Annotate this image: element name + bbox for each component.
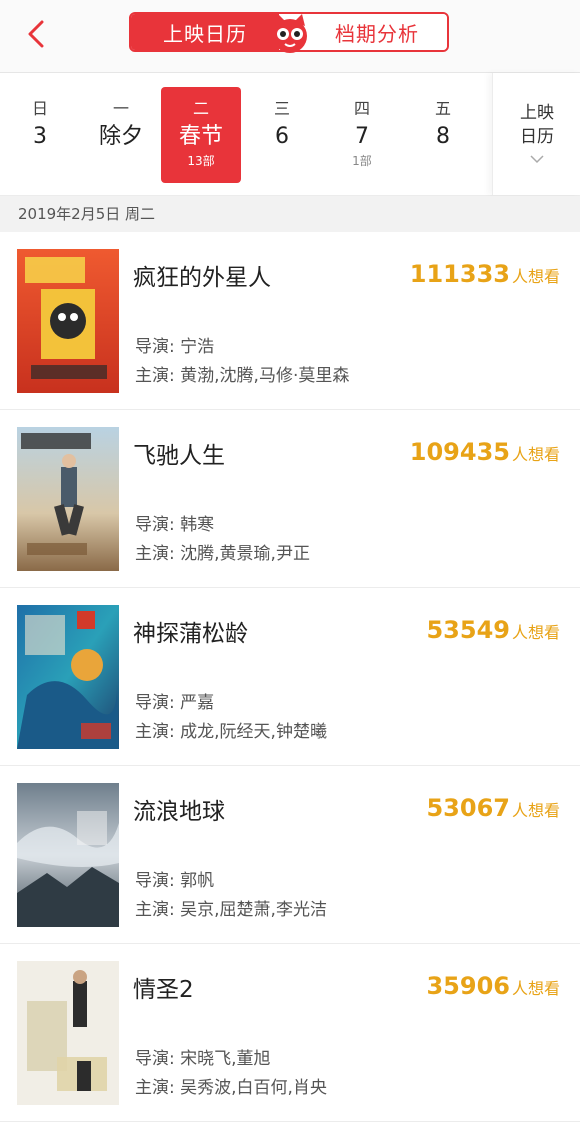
want-to-see-count: 35906 人想看 (426, 972, 560, 1000)
movie-title[interactable]: 流浪地球 (133, 792, 225, 826)
movie-poster[interactable] (17, 605, 119, 749)
cast-names: 沈腾,黄景瑜,尹正 (180, 544, 310, 564)
release-calendar-button[interactable]: 上映 日历 (492, 73, 580, 195)
director-line: 导演: 郭帆 (135, 866, 214, 891)
want-unit: 人想看 (511, 445, 560, 464)
chevron-left-icon (28, 20, 44, 48)
cast-names: 成龙,阮经天,钟楚曦 (180, 722, 327, 742)
day-weekday: 四 (353, 99, 370, 118)
tab-release-calendar[interactable]: 上映日历 (131, 14, 279, 50)
director-label: 导演: (135, 515, 181, 535)
director-names: 郭帆 (180, 871, 215, 891)
movie-row[interactable]: 流浪地球 53067 人想看 导演: 郭帆 主演: 吴京,屈楚萧,李光洁 (0, 766, 580, 944)
day-date: 3 (33, 124, 47, 149)
want-number: 109435 (409, 438, 510, 466)
movie-title[interactable]: 疯狂的外星人 (133, 258, 271, 292)
day-film-count: 13部 (187, 154, 215, 168)
director-names: 宋晓飞,董旭 (180, 1049, 271, 1069)
want-number: 53067 (426, 794, 510, 822)
want-number: 53549 (426, 616, 510, 644)
cast-label: 主演: (135, 366, 181, 386)
cast-label: 主演: (135, 1078, 181, 1098)
day-date: 除夕 (98, 124, 143, 149)
director-names: 宁浩 (180, 337, 215, 357)
day-tab-wed[interactable]: 三 6 (242, 87, 322, 183)
day-film-count (242, 153, 322, 169)
day-tab-fri[interactable]: 五 8 (403, 87, 483, 183)
want-to-see-count: 53067 人想看 (426, 794, 560, 822)
movie-row[interactable]: 情圣2 35906 人想看 导演: 宋晓飞,董旭 主演: 吴秀波,白百何,肖央 (0, 944, 580, 1122)
movie-row[interactable]: 神探蒲松龄 53549 人想看 导演: 严嘉 主演: 成龙,阮经天,钟楚曦 (0, 588, 580, 766)
day-weekday: 三 (273, 99, 290, 118)
day-date: 7 (355, 124, 369, 149)
day-tab-tue-selected[interactable]: 二 春节 13部 (161, 87, 241, 183)
want-to-see-count: 53549 人想看 (426, 616, 560, 644)
want-unit: 人想看 (511, 623, 560, 642)
director-label: 导演: (135, 693, 181, 713)
cat-logo-icon (273, 14, 307, 53)
want-to-see-count: 111333 人想看 (410, 260, 560, 288)
day-weekday: 日 (31, 99, 48, 118)
cast-line: 主演: 沈腾,黄景瑜,尹正 (135, 539, 310, 564)
director-names: 韩寒 (180, 515, 215, 535)
day-date: 8 (436, 124, 450, 149)
movie-list: 疯狂的外星人 111333 人想看 导演: 宁浩 主演: 黄渤,沈腾,马修·莫里森… (0, 232, 580, 1122)
day-tab-thu[interactable]: 四 7 1部 (322, 87, 402, 183)
day-tab-mon[interactable]: 一 除夕 (81, 87, 161, 183)
cast-line: 主演: 黄渤,沈腾,马修·莫里森 (135, 361, 349, 386)
want-to-see-count: 109435 人想看 (410, 438, 560, 466)
cast-names: 黄渤,沈腾,马修·莫里森 (180, 366, 350, 386)
day-tab-sun[interactable]: 日 3 (0, 87, 80, 183)
movie-poster[interactable] (17, 961, 119, 1105)
cast-names: 吴秀波,白百何,肖央 (180, 1078, 327, 1098)
day-film-count: 1部 (352, 154, 372, 168)
want-number: 111333 (409, 260, 510, 288)
movie-poster[interactable] (17, 783, 119, 927)
top-nav-bar: 上映日历 档期分析 (0, 0, 580, 73)
movie-title[interactable]: 情圣2 (133, 970, 194, 1004)
want-unit: 人想看 (511, 267, 560, 286)
movie-title[interactable]: 神探蒲松龄 (133, 614, 248, 648)
movie-poster[interactable] (17, 249, 119, 393)
day-date: 6 (275, 124, 289, 149)
director-line: 导演: 韩寒 (135, 510, 214, 535)
director-label: 导演: (135, 337, 181, 357)
day-weekday: 二 (192, 99, 209, 118)
movie-title[interactable]: 飞驰人生 (133, 436, 225, 470)
day-weekday: 一 (112, 99, 129, 118)
day-weekday: 五 (434, 99, 451, 118)
day-date: 春节 (178, 124, 223, 149)
cast-line: 主演: 吴京,屈楚萧,李光洁 (135, 895, 327, 920)
back-button[interactable] (18, 14, 54, 54)
cast-label: 主演: (135, 900, 181, 920)
cast-line: 主演: 成龙,阮经天,钟楚曦 (135, 717, 327, 742)
movie-row[interactable]: 疯狂的外星人 111333 人想看 导演: 宁浩 主演: 黄渤,沈腾,马修·莫里森 (0, 232, 580, 410)
director-label: 导演: (135, 1049, 181, 1069)
director-line: 导演: 宋晓飞,董旭 (135, 1044, 271, 1069)
want-unit: 人想看 (511, 801, 560, 820)
director-label: 导演: (135, 871, 181, 891)
day-selector: 日 3 一 除夕 二 春节 13部 三 6 四 7 1部 五 8 上映 日历 (0, 73, 580, 196)
director-line: 导演: 严嘉 (135, 688, 214, 713)
director-line: 导演: 宁浩 (135, 332, 214, 357)
day-film-count (0, 153, 80, 169)
movie-poster[interactable] (17, 427, 119, 571)
day-film-count (81, 153, 161, 169)
cast-label: 主演: (135, 722, 181, 742)
calendar-button-label-1: 上映 (520, 103, 554, 123)
want-unit: 人想看 (511, 979, 560, 998)
director-names: 严嘉 (180, 693, 215, 713)
date-header: 2019年2月5日 周二 (0, 196, 580, 232)
movie-row[interactable]: 飞驰人生 109435 人想看 导演: 韩寒 主演: 沈腾,黄景瑜,尹正 (0, 410, 580, 588)
calendar-button-label-2: 日历 (520, 127, 554, 147)
want-number: 35906 (426, 972, 510, 1000)
cast-line: 主演: 吴秀波,白百何,肖央 (135, 1073, 327, 1098)
cast-names: 吴京,屈楚萧,李光洁 (180, 900, 327, 920)
day-film-count (403, 153, 483, 169)
chevron-down-icon (530, 155, 544, 164)
cast-label: 主演: (135, 544, 181, 564)
